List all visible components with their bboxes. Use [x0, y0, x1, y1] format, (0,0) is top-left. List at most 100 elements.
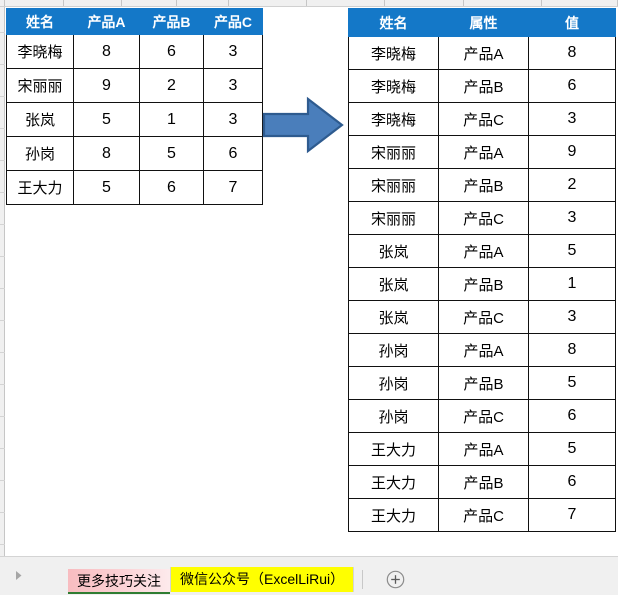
- cell-name[interactable]: 张岚: [348, 234, 439, 268]
- cell-attribute[interactable]: 产品B: [438, 366, 529, 400]
- table-row[interactable]: 王大力 产品A 5: [348, 432, 616, 466]
- header-cell-product-b[interactable]: 产品B: [139, 8, 204, 35]
- sheet-tab-bar[interactable]: 更多技巧关注 微信公众号（ExcelLiRui）: [0, 556, 618, 595]
- table-row[interactable]: 李晓梅 产品A 8: [348, 36, 616, 70]
- tab-nav-right-icon[interactable]: [0, 556, 36, 595]
- cell-product-a[interactable]: 8: [73, 136, 140, 171]
- cell-value[interactable]: 8: [528, 333, 616, 367]
- add-sheet-icon[interactable]: [377, 567, 413, 592]
- source-table[interactable]: 姓名 产品A 产品B 产品C 李晓梅 8 6 3 宋丽丽 9 2 3 张岚 5 1 3 孙岗 8 5 6 王大力…: [6, 8, 263, 205]
- cell-product-b[interactable]: 6: [139, 170, 204, 205]
- table-row[interactable]: 孙岗 产品A 8: [348, 333, 616, 367]
- cell-attribute[interactable]: 产品C: [438, 399, 529, 433]
- cell-attribute[interactable]: 产品B: [438, 168, 529, 202]
- cell-name[interactable]: 王大力: [348, 432, 439, 466]
- header-cell-attribute[interactable]: 属性: [438, 8, 529, 37]
- cell-attribute[interactable]: 产品C: [438, 102, 529, 136]
- cell-attribute[interactable]: 产品B: [438, 465, 529, 499]
- cell-product-b[interactable]: 2: [139, 68, 204, 103]
- table-row[interactable]: 孙岗 产品B 5: [348, 366, 616, 400]
- cell-value[interactable]: 1: [528, 267, 616, 301]
- cell-name[interactable]: 孙岗: [348, 333, 439, 367]
- cell-attribute[interactable]: 产品C: [438, 300, 529, 334]
- cell-name[interactable]: 宋丽丽: [348, 135, 439, 169]
- cell-product-a[interactable]: 5: [73, 102, 140, 137]
- header-cell-name[interactable]: 姓名: [348, 8, 439, 37]
- cell-attribute[interactable]: 产品A: [438, 333, 529, 367]
- header-cell-product-c[interactable]: 产品C: [203, 8, 263, 35]
- cell-value[interactable]: 9: [528, 135, 616, 169]
- cell-name[interactable]: 张岚: [6, 102, 74, 137]
- header-cell-name[interactable]: 姓名: [6, 8, 74, 35]
- column-header-cell[interactable]: [464, 0, 543, 6]
- row-header-gutter[interactable]: [0, 7, 5, 556]
- cell-name[interactable]: 李晓梅: [6, 34, 74, 69]
- cell-product-b[interactable]: 1: [139, 102, 204, 137]
- cell-product-a[interactable]: 5: [73, 170, 140, 205]
- cell-name[interactable]: 张岚: [348, 300, 439, 334]
- cell-attribute[interactable]: 产品B: [438, 267, 529, 301]
- table-row[interactable]: 李晓梅 产品B 6: [348, 69, 616, 103]
- header-cell-value[interactable]: 值: [528, 8, 616, 37]
- table-row[interactable]: 张岚 产品C 3: [348, 300, 616, 334]
- cell-name[interactable]: 李晓梅: [348, 102, 439, 136]
- sheet-tab-wechat-excellirui[interactable]: 微信公众号（ExcelLiRui）: [170, 567, 355, 592]
- cell-name[interactable]: 孙岗: [348, 399, 439, 433]
- cell-value[interactable]: 3: [528, 201, 616, 235]
- cell-value[interactable]: 6: [528, 399, 616, 433]
- cell-name[interactable]: 王大力: [348, 498, 439, 532]
- table-row[interactable]: 孙岗 产品C 6: [348, 399, 616, 433]
- cell-name[interactable]: 宋丽丽: [348, 168, 439, 202]
- column-header-cell[interactable]: [385, 0, 464, 6]
- header-cell-product-a[interactable]: 产品A: [73, 8, 140, 35]
- cell-name[interactable]: 宋丽丽: [6, 68, 74, 103]
- cell-attribute[interactable]: 产品A: [438, 234, 529, 268]
- cell-name[interactable]: 王大力: [6, 170, 74, 205]
- cell-name[interactable]: 李晓梅: [348, 36, 439, 70]
- column-header-cell[interactable]: [64, 0, 122, 6]
- cell-name[interactable]: 孙岗: [348, 366, 439, 400]
- column-header-cell[interactable]: [307, 0, 386, 6]
- spreadsheet-canvas[interactable]: 姓名 产品A 产品B 产品C 李晓梅 8 6 3 宋丽丽 9 2 3 张岚 5 1 3 孙岗 8 5 6 王大力…: [0, 0, 618, 556]
- cell-value[interactable]: 5: [528, 234, 616, 268]
- cell-name[interactable]: 宋丽丽: [348, 201, 439, 235]
- column-header-cell[interactable]: [229, 0, 307, 6]
- sheet-tab-more-tips[interactable]: 更多技巧关注: [68, 569, 170, 594]
- cell-product-b[interactable]: 6: [139, 34, 204, 69]
- cell-name[interactable]: 王大力: [348, 465, 439, 499]
- column-header-cell[interactable]: [177, 0, 229, 6]
- cell-value[interactable]: 6: [528, 465, 616, 499]
- table-row[interactable]: 张岚 产品B 1: [348, 267, 616, 301]
- cell-attribute[interactable]: 产品A: [438, 432, 529, 466]
- cell-value[interactable]: 7: [528, 498, 616, 532]
- table-row[interactable]: 宋丽丽 9 2 3: [6, 68, 263, 103]
- cell-product-b[interactable]: 5: [139, 136, 204, 171]
- table-row[interactable]: 孙岗 8 5 6: [6, 136, 263, 171]
- table-row[interactable]: 王大力 产品B 6: [348, 465, 616, 499]
- table-row[interactable]: 王大力 产品C 7: [348, 498, 616, 532]
- cell-product-a[interactable]: 8: [73, 34, 140, 69]
- cell-product-a[interactable]: 9: [73, 68, 140, 103]
- cell-value[interactable]: 2: [528, 168, 616, 202]
- cell-product-c[interactable]: 6: [203, 136, 263, 171]
- cell-name[interactable]: 李晓梅: [348, 69, 439, 103]
- cell-attribute[interactable]: 产品A: [438, 36, 529, 70]
- table-row[interactable]: 张岚 5 1 3: [6, 102, 263, 137]
- cell-attribute[interactable]: 产品C: [438, 498, 529, 532]
- cell-value[interactable]: 8: [528, 36, 616, 70]
- cell-attribute[interactable]: 产品A: [438, 135, 529, 169]
- cell-value[interactable]: 6: [528, 69, 616, 103]
- table-row[interactable]: 张岚 产品A 5: [348, 234, 616, 268]
- table-row[interactable]: 李晓梅 8 6 3: [6, 34, 263, 69]
- cell-value[interactable]: 3: [528, 102, 616, 136]
- column-header-cell[interactable]: [542, 0, 618, 6]
- cell-product-c[interactable]: 3: [203, 34, 263, 69]
- cell-name[interactable]: 孙岗: [6, 136, 74, 171]
- column-header-cell[interactable]: [122, 0, 178, 6]
- cell-attribute[interactable]: 产品B: [438, 69, 529, 103]
- table-row[interactable]: 李晓梅 产品C 3: [348, 102, 616, 136]
- table-row[interactable]: 宋丽丽 产品A 9: [348, 135, 616, 169]
- cell-value[interactable]: 5: [528, 366, 616, 400]
- column-header-cell[interactable]: [5, 0, 65, 6]
- cell-product-c[interactable]: 3: [203, 102, 263, 137]
